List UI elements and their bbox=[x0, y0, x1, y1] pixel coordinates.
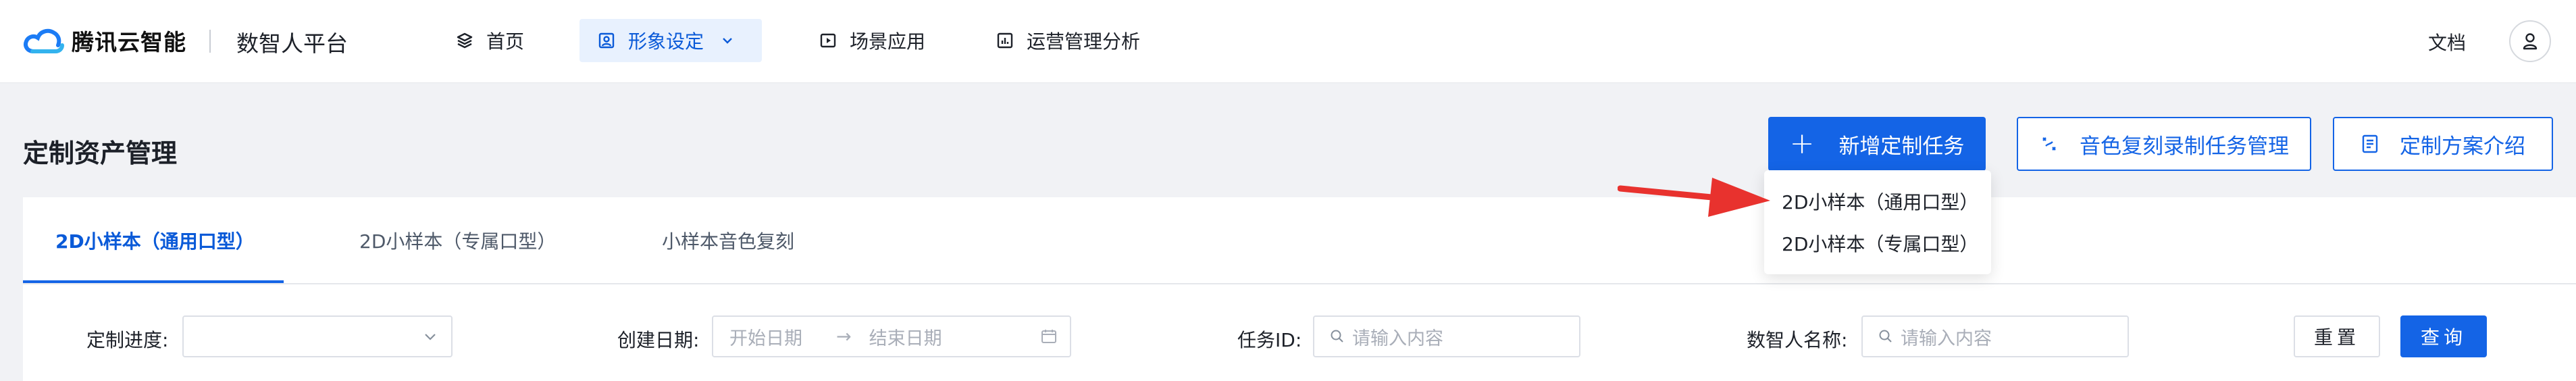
cloud-logo-icon bbox=[24, 28, 64, 53]
annotation-arrow-icon bbox=[1618, 178, 1770, 217]
tabs-divider bbox=[23, 283, 2576, 284]
button-label: 定制方案介绍 bbox=[2400, 134, 2525, 159]
nav-label: 形象设定 bbox=[628, 30, 704, 53]
start-date-input[interactable]: 开始日期 bbox=[729, 324, 802, 350]
calendar-icon bbox=[1041, 330, 1056, 343]
date-range-picker[interactable]: 开始日期 → 结束日期 bbox=[712, 315, 1071, 357]
dropdown-item-exclusive-lipsync[interactable]: 2D小样本（专属口型） bbox=[1764, 222, 1991, 264]
avatar-name-input[interactable]: 请输入内容 bbox=[1861, 315, 2129, 357]
top-navigation-bar: 腾讯云智能 数智人平台 首页 形象设定 场景应用 运营管理分析 文档 bbox=[0, 0, 2576, 83]
search-icon bbox=[1331, 330, 1343, 342]
progress-filter-label: 定制进度: bbox=[86, 329, 169, 351]
document-icon bbox=[2362, 134, 2378, 153]
nav-item-scene-apps[interactable]: 场景应用 bbox=[801, 19, 943, 62]
plan-intro-button[interactable]: 定制方案介绍 bbox=[2333, 117, 2553, 171]
layers-icon bbox=[457, 32, 473, 49]
add-task-dropdown-menu: 2D小样本（通用口型） 2D小样本（专属口型） bbox=[1764, 170, 1991, 274]
nav-label: 场景应用 bbox=[850, 30, 926, 53]
progress-select[interactable] bbox=[182, 315, 453, 357]
voice-clone-task-button[interactable]: 音色复刻录制任务管理 bbox=[2017, 117, 2311, 171]
user-avatar[interactable] bbox=[2509, 20, 2551, 62]
play-icon bbox=[820, 33, 836, 48]
brand-name: 腾讯云智能 bbox=[72, 29, 186, 55]
end-date-input[interactable]: 结束日期 bbox=[869, 324, 942, 350]
query-button[interactable]: 查询 bbox=[2400, 315, 2487, 357]
task-id-placeholder: 请输入内容 bbox=[1352, 328, 1443, 349]
portrait-icon bbox=[598, 32, 615, 49]
nav-item-home[interactable]: 首页 bbox=[438, 19, 542, 62]
chart-icon bbox=[997, 32, 1013, 49]
plus-icon: + bbox=[1789, 126, 1815, 161]
button-label: 音色复刻录制任务管理 bbox=[2080, 134, 2289, 159]
avatar-name-filter-label: 数智人名称: bbox=[1747, 329, 1848, 351]
dropdown-item-generic-lipsync[interactable]: 2D小样本（通用口型） bbox=[1764, 180, 1991, 222]
nav-item-operations-analytics[interactable]: 运营管理分析 bbox=[978, 19, 1158, 62]
task-id-input[interactable]: 请输入内容 bbox=[1313, 315, 1580, 357]
tab-2d-exclusive-lipsync[interactable]: 2D小样本（专属口型） bbox=[359, 227, 556, 254]
user-icon bbox=[2523, 33, 2538, 50]
button-label: 新增定制任务 bbox=[1838, 134, 1965, 159]
task-id-filter-label: 任务ID: bbox=[1237, 329, 1302, 351]
search-icon bbox=[1879, 330, 1892, 342]
chevron-down-icon bbox=[425, 334, 436, 340]
tab-2d-generic-lipsync[interactable]: 2D小样本（通用口型） bbox=[55, 227, 255, 254]
nav-item-avatar-settings[interactable]: 形象设定 bbox=[579, 19, 762, 62]
nav-label: 运营管理分析 bbox=[1027, 30, 1141, 53]
date-filter-label: 创建日期: bbox=[617, 329, 700, 351]
tab-voice-clone[interactable]: 小样本音色复刻 bbox=[662, 227, 794, 254]
brand-logo[interactable]: 腾讯云智能 bbox=[23, 23, 186, 58]
avatar-name-placeholder: 请输入内容 bbox=[1901, 328, 1992, 349]
nav-label: 首页 bbox=[486, 30, 525, 53]
voice-clone-icon bbox=[2042, 137, 2056, 151]
page-title: 定制资产管理 bbox=[23, 138, 178, 168]
docs-link[interactable]: 文档 bbox=[2428, 28, 2466, 55]
brand-divider bbox=[209, 30, 211, 53]
add-custom-task-button[interactable]: + 新增定制任务 bbox=[1768, 117, 1986, 171]
platform-name: 数智人平台 bbox=[236, 30, 348, 57]
arrow-right-icon: → bbox=[836, 326, 852, 347]
reset-button[interactable]: 重置 bbox=[2294, 315, 2380, 357]
chevron-down-icon bbox=[723, 38, 732, 44]
